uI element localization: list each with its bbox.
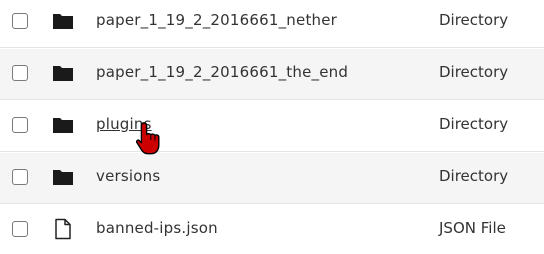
folder-icon [52,10,74,32]
file-row[interactable]: versions Directory [0,153,544,204]
file-name-link[interactable]: plugins [96,115,152,133]
file-row[interactable]: banned-ips.json JSON File [0,205,544,254]
row-checkbox[interactable] [12,117,28,133]
file-name-link[interactable]: paper_1_19_2_2016661_the_end [96,63,348,81]
file-name-link[interactable]: paper_1_19_2_2016661_nether [96,11,337,29]
file-type: Directory [439,11,509,29]
file-row[interactable]: paper_1_19_2_2016661_nether Directory [0,0,544,48]
file-type: JSON File [439,219,506,237]
file-type: Directory [439,63,509,81]
row-checkbox[interactable] [12,65,28,81]
file-type: Directory [439,167,509,185]
folder-icon [52,166,74,188]
file-name-link[interactable]: versions [96,167,160,185]
file-row[interactable]: paper_1_19_2_2016661_the_end Directory [0,49,544,100]
row-checkbox[interactable] [12,13,28,29]
folder-icon [52,62,74,84]
folder-icon [52,114,74,136]
file-row[interactable]: plugins Directory [0,101,544,152]
file-icon [52,218,74,240]
row-checkbox[interactable] [12,221,28,237]
file-list: paper_1_19_2_2016661_nether Directory pa… [0,0,544,254]
file-name-link[interactable]: banned-ips.json [96,219,218,237]
row-checkbox[interactable] [12,169,28,185]
file-type: Directory [439,115,509,133]
